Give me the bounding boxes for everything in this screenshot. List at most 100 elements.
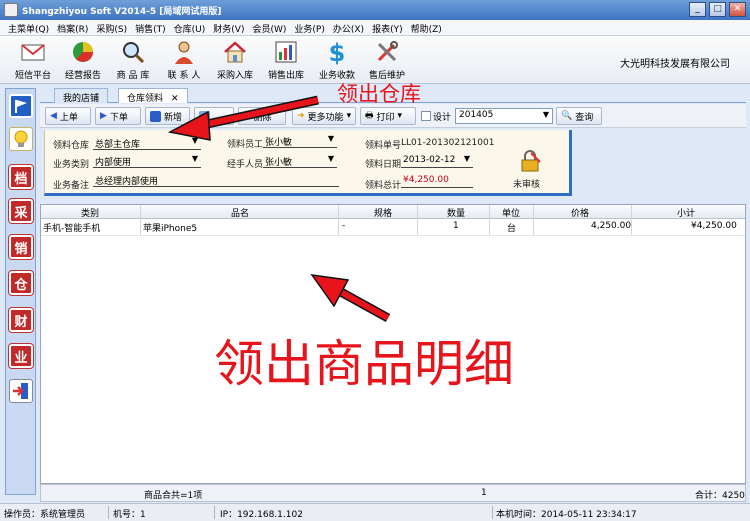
flag-icon[interactable] — [9, 94, 33, 118]
arrow-right-icon: ➜ — [297, 111, 305, 121]
chevron-down-icon: ▾ — [397, 111, 403, 121]
menu-business[interactable]: 业务(P) — [290, 20, 328, 35]
business-report-button[interactable]: 经营报告 — [58, 39, 108, 81]
total-label: 领料总计 — [365, 181, 402, 191]
magnifier-icon — [123, 42, 145, 64]
warehouse-label: 领料仓库 — [53, 141, 90, 151]
menu-archive[interactable]: 档案(R) — [53, 20, 92, 35]
edit-button[interactable] — [194, 107, 234, 125]
purchase-inbound-button[interactable]: 采购入库 — [210, 39, 260, 81]
company-name: 大光明科技发展有限公司 — [620, 59, 730, 70]
printer-icon: 🖶 — [365, 111, 374, 121]
delete-button[interactable]: ✕ 删除 — [238, 107, 286, 125]
period-select[interactable]: 201405 ▼ — [455, 108, 553, 124]
menu-sales[interactable]: 销售(T) — [131, 20, 170, 35]
sidebar-item-sales[interactable]: 销 — [9, 235, 33, 259]
chevron-down-icon: ▼ — [463, 154, 470, 163]
menu-report[interactable]: 报表(Y) — [368, 20, 407, 35]
after-sales-button[interactable]: 售后维护 — [362, 39, 412, 81]
employee-select[interactable]: 张小敏 ▼ — [263, 134, 337, 148]
menu-finance[interactable]: 财务(V) — [209, 20, 248, 35]
column-header[interactable]: 小计 — [677, 206, 695, 219]
pie-chart-icon — [73, 42, 93, 62]
warehouse-select[interactable]: 总部主仓库 ▼ — [93, 136, 201, 150]
biztype-label: 业务类别 — [53, 160, 90, 170]
sidebar-item-finance[interactable]: 财 — [9, 308, 33, 332]
envelope-icon — [21, 44, 45, 61]
product-library-button[interactable]: 商 品 库 — [108, 39, 158, 81]
clock-status: 本机时间：2014-05-11 23:34:17 — [496, 510, 637, 520]
contacts-button[interactable]: 联 系 人 — [159, 39, 209, 81]
sidebar-item-business[interactable]: 业 — [9, 344, 33, 368]
machine-status: 机号：1 — [113, 510, 146, 520]
chevron-down-icon: ▼ — [327, 134, 334, 143]
maximize-button[interactable]: □ — [709, 2, 726, 17]
column-header[interactable]: 品名 — [231, 206, 249, 219]
column-header[interactable]: 类别 — [81, 206, 99, 219]
dollar-icon: $ — [329, 39, 346, 65]
table-row[interactable]: 手机-智能手机 苹果iPhone5 - 1 台 4,250.00 ¥4,250.… — [41, 220, 745, 236]
remark-input[interactable]: 总经理内部使用 — [93, 174, 339, 187]
save-disk-icon — [150, 110, 161, 122]
total-quantity: 1 — [481, 488, 487, 498]
new-document-button[interactable]: 新增 — [145, 107, 190, 125]
tab-my-store[interactable]: 我的店铺 — [54, 88, 109, 104]
tab-warehouse-requisition[interactable]: 仓库领料 ✕ — [118, 88, 188, 104]
column-header[interactable]: 数量 — [447, 206, 465, 219]
sms-platform-button[interactable]: 短信平台 — [8, 39, 58, 81]
biztype-select[interactable]: 内部使用 ▼ — [93, 154, 201, 168]
chevron-down-icon: ▼ — [542, 110, 549, 119]
sales-outbound-button[interactable]: 销售出库 — [261, 39, 311, 81]
table-header: 类别 品名 规格 数量 单位 价格 小计 — [41, 205, 745, 219]
chevron-down-icon: ▾ — [346, 111, 352, 121]
house-icon — [224, 41, 246, 63]
prev-document-button[interactable]: ◀ 上单 — [45, 107, 91, 125]
date-label: 领料日期 — [365, 160, 402, 170]
column-header[interactable]: 规格 — [374, 206, 392, 219]
annotation-label-warehouse: 领出仓库 — [337, 82, 421, 106]
chevron-down-icon: ▼ — [191, 136, 198, 145]
business-receipt-button[interactable]: $ 业务收款 — [312, 39, 362, 81]
operator-status: 操作员：系统管理员 — [4, 510, 86, 520]
close-tab-icon[interactable]: ✕ — [171, 94, 179, 104]
sidebar-item-warehouse[interactable]: 仓 — [9, 271, 33, 295]
sidebar-item-archive[interactable]: 档 — [9, 165, 33, 189]
arrow-left-icon: ◀ — [50, 111, 57, 121]
lightbulb-icon[interactable] — [9, 127, 33, 151]
main-toolbar: 短信平台 经营报告 商 品 库 联 系 人 采购入库 销售出库 $ 业务收款 售… — [0, 36, 750, 84]
menu-member[interactable]: 会员(W) — [248, 20, 290, 35]
column-header[interactable]: 价格 — [571, 206, 589, 219]
menu-warehouse[interactable]: 仓库(U) — [170, 20, 210, 35]
menu-purchase[interactable]: 采购(S) — [92, 20, 131, 35]
exit-icon[interactable] — [9, 379, 33, 403]
menu-main[interactable]: 主菜单(Q) — [4, 20, 53, 35]
table-footer: 商品合共=1项 1 合计：4250 — [40, 484, 746, 502]
chevron-down-icon: ▼ — [191, 154, 198, 163]
lock-icon — [521, 150, 541, 172]
app-icon — [4, 3, 18, 17]
minimize-button[interactable]: _ — [689, 2, 706, 17]
employee-label: 领料员工 — [227, 140, 264, 150]
sidebar-item-purchase[interactable]: 采 — [9, 199, 33, 223]
design-label: 设计 — [433, 113, 452, 123]
chart-board-icon — [275, 41, 297, 63]
docno-label: 领料单号 — [365, 141, 402, 151]
annotation-label-details: 领出商品明细 — [214, 335, 514, 393]
close-window-button[interactable]: ✕ — [729, 2, 746, 17]
handler-select[interactable]: 张小敏 ▼ — [263, 154, 337, 168]
grand-total: 合计：4250 — [695, 491, 745, 501]
arrow-right-icon: ▶ — [100, 111, 107, 121]
title-bar: Shangzhiyou Soft V2014-5 [局域网试用版] _ □ ✕ — [0, 0, 750, 20]
more-functions-button[interactable]: ➜ 更多功能 ▾ — [292, 107, 356, 125]
total-value: ¥4,250.00 — [401, 175, 473, 188]
menu-office[interactable]: 办公(X) — [329, 20, 368, 35]
date-picker[interactable]: 2013-02-12 ▼ — [401, 154, 473, 168]
column-header[interactable]: 单位 — [502, 206, 520, 219]
ip-status: IP：192.168.1.102 — [220, 510, 303, 520]
menu-help[interactable]: 帮助(Z) — [407, 20, 446, 35]
next-document-button[interactable]: ▶ 下单 — [95, 107, 141, 125]
design-checkbox[interactable] — [421, 111, 431, 121]
print-button[interactable]: 🖶 打印 ▾ — [360, 107, 416, 125]
chevron-down-icon: ▼ — [327, 154, 334, 163]
query-button[interactable]: 🔍 查询 — [556, 107, 602, 125]
